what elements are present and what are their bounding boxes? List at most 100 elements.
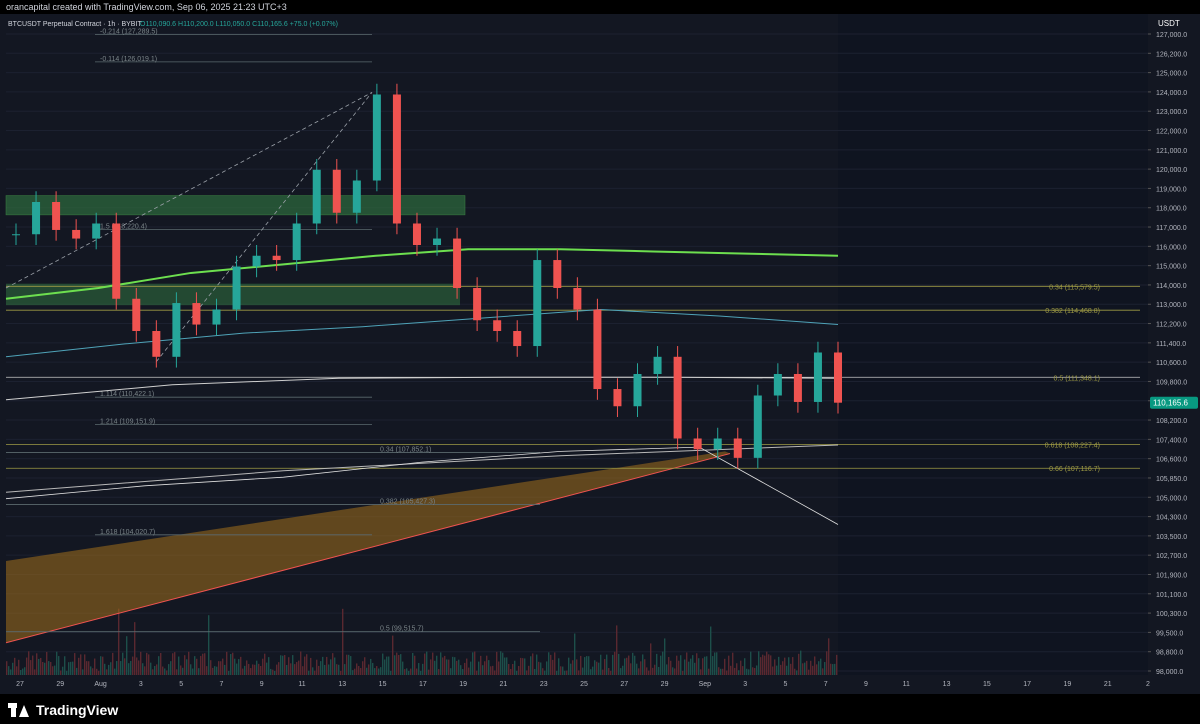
candle-body [272,255,281,261]
y-tick-label: 104,300.0 [1156,515,1187,522]
volume-bar [826,651,828,675]
volume-bar [478,661,480,675]
volume-bar [660,655,662,675]
fib-label: 0.5 (111,348.1) [1054,375,1100,382]
volume-bar [362,661,364,675]
volume-bar [652,667,654,675]
candle-body [573,288,582,310]
volume-bar [352,670,354,675]
volume-bar [188,651,190,675]
volume-bar [628,655,630,675]
volume-bar [560,666,562,675]
volume-bar [776,665,778,675]
volume-bar [126,636,128,675]
x-tick-label: 21 [500,681,508,688]
volume-bar [252,664,254,675]
volume-bar [694,662,696,675]
volume-bar [698,658,700,675]
volume-bar [22,668,24,675]
volume-bar [430,659,432,675]
price-chart[interactable]: 0.34 (115,579.5) 0.382 (114,468.8) 0.5 (11… [0,14,1200,694]
volume-bar [620,668,622,675]
volume-bar [182,667,184,675]
candle-body [793,374,802,402]
volume-bar [528,665,530,675]
volume-bar [186,659,188,675]
volume-bar [238,659,240,675]
tradingview-logo[interactable]: TradingView [8,700,118,720]
candle-body [192,303,201,325]
volume-bar [834,663,836,675]
candle-body [773,374,782,396]
volume-bar [506,657,508,675]
y-tick-label: 103,500.0 [1156,534,1187,541]
candle-body [513,331,522,347]
x-tick-label: 9 [864,681,868,688]
y-tick-label: 111,400.0 [1156,341,1186,348]
y-tick-label: 107,400.0 [1156,437,1187,444]
volume-bar [470,661,472,675]
volume-bar [168,664,170,675]
volume-bar [330,659,332,675]
volume-bar [526,670,528,675]
volume-bar [104,663,106,675]
volume-bar [56,651,58,675]
volume-bar [690,658,692,675]
volume-bar [116,661,118,675]
volume-bar [308,670,310,675]
x-tick-label: 11 [903,681,910,688]
volume-bar [774,659,776,675]
y-tick-label: 110,600.0 [1156,360,1187,367]
volume-bar [738,670,740,675]
volume-bar [390,670,392,675]
volume-bar [392,635,394,675]
volume-bar [316,659,318,675]
volume-bar [12,662,14,675]
volume-bar [292,655,294,675]
y-tick-label: 125,000.0 [1156,71,1187,78]
volume-bar [814,656,816,675]
volume-bar [136,657,138,675]
volume-bar [426,651,428,675]
volume-bar [482,665,484,675]
fib-label-left: 1.618 (104,020.7) [100,529,155,536]
y-tick-label: 112,200.0 [1156,322,1187,329]
volume-bar [732,652,734,675]
volume-bar [592,666,594,675]
volume-bar [634,655,636,675]
volume-bar [504,657,506,675]
volume-bar [448,659,450,675]
volume-bar [512,663,514,675]
volume-bar [778,656,780,675]
volume-bar [174,652,176,675]
volume-bar [808,669,810,675]
volume-bar [312,667,314,675]
y-tick-label: 119,000.0 [1156,186,1187,193]
volume-bar [406,668,408,675]
y-tick-label: 114,000.0 [1156,283,1187,290]
volume-bar [324,664,326,675]
volume-bar [26,657,28,675]
volume-bar [456,660,458,675]
y-tick-label: 108,200.0 [1156,418,1187,425]
y-tick-label: 99,500.0 [1156,630,1183,637]
fib-label-left: -0.214 (127,289.5) [100,29,158,36]
candle-body [372,94,381,181]
volume-bar [42,661,44,675]
volume-bar [84,654,86,675]
volume-bar [190,664,192,675]
volume-bar [32,655,34,675]
volume-bar [742,666,744,675]
volume-bar [488,660,490,675]
volume-bar [768,654,770,675]
y-tick-label: 126,200.0 [1156,51,1187,58]
volume-bar [750,651,752,675]
volume-bar [138,660,140,675]
volume-bar [68,662,70,675]
candle-body [152,331,161,357]
volume-bar [208,615,210,675]
volume-bar [304,656,306,675]
volume-bar [542,668,544,675]
volume-bar [106,669,108,675]
volume-bar [388,656,390,675]
